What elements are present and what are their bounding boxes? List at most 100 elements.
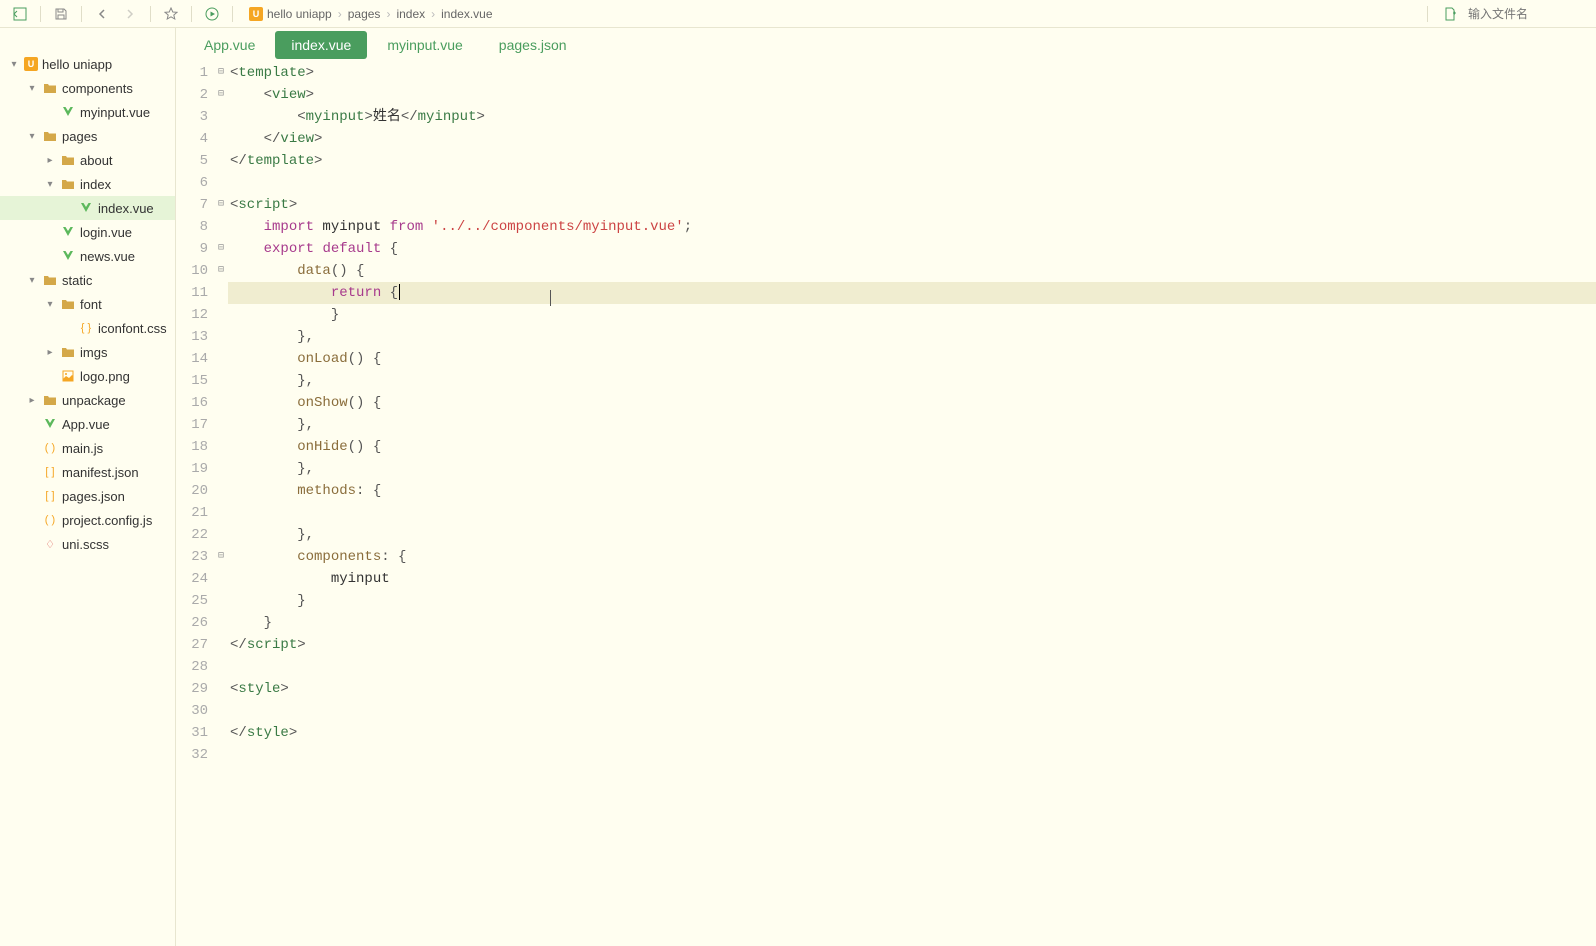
fold-marker	[214, 304, 228, 326]
tree-item[interactable]: ♢uni.scss	[0, 532, 175, 556]
breadcrumb-item[interactable]: pages	[348, 7, 381, 21]
editor-tab[interactable]: pages.json	[483, 31, 583, 59]
chevron-down-icon[interactable]: ▾	[8, 59, 20, 70]
search-filename-input[interactable]	[1468, 7, 1588, 21]
tree-item-label: logo.png	[80, 369, 130, 384]
fold-marker[interactable]: ⊟	[214, 238, 228, 260]
code-line[interactable]: </template>	[228, 150, 1596, 172]
save-icon[interactable]	[49, 2, 73, 26]
code-line[interactable]: onShow() {	[228, 392, 1596, 414]
line-number: 12	[176, 304, 208, 326]
code-content[interactable]: <template> <view> <myinput>姓名</myinput> …	[228, 62, 1596, 946]
tree-item[interactable]: ▸about	[0, 148, 175, 172]
tree-item[interactable]: ( )main.js	[0, 436, 175, 460]
code-line[interactable]: <template>	[228, 62, 1596, 84]
fold-marker[interactable]: ⊟	[214, 260, 228, 282]
tree-item[interactable]: logo.png	[0, 364, 175, 388]
tree-item[interactable]: ▾font	[0, 292, 175, 316]
editor-tab[interactable]: myinput.vue	[371, 31, 478, 59]
fold-marker	[214, 282, 228, 304]
code-line[interactable]: export default {	[228, 238, 1596, 260]
code-editor[interactable]: 1234567891011121314151617181920212223242…	[176, 62, 1596, 946]
code-line[interactable]: myinput	[228, 568, 1596, 590]
line-number: 22	[176, 524, 208, 546]
code-line[interactable]: }	[228, 304, 1596, 326]
breadcrumb-item[interactable]: U hello uniapp	[249, 7, 332, 21]
tree-item[interactable]: ▾static	[0, 268, 175, 292]
star-icon[interactable]	[159, 2, 183, 26]
code-line[interactable]: </style>	[228, 722, 1596, 744]
folder-icon	[60, 344, 76, 360]
code-line[interactable]	[228, 744, 1596, 766]
editor-tab[interactable]: index.vue	[275, 31, 367, 59]
line-number: 3	[176, 106, 208, 128]
tree-item[interactable]: ▸imgs	[0, 340, 175, 364]
forward-icon[interactable]	[118, 2, 142, 26]
breadcrumb-item[interactable]: index.vue	[441, 7, 492, 21]
editor-area: App.vueindex.vuemyinput.vuepages.json 12…	[176, 28, 1596, 946]
code-line[interactable]: }	[228, 612, 1596, 634]
code-line[interactable]: <script>	[228, 194, 1596, 216]
tree-item-label: news.vue	[80, 249, 135, 264]
code-line[interactable]: return {	[228, 282, 1596, 304]
chevron-down-icon[interactable]: ▾	[26, 83, 38, 94]
fold-marker	[214, 326, 228, 348]
code-line[interactable]: },	[228, 524, 1596, 546]
scss-file-icon: ♢	[42, 536, 58, 552]
chevron-right-icon[interactable]: ▸	[44, 347, 56, 358]
code-line[interactable]: data() {	[228, 260, 1596, 282]
tree-item[interactable]: login.vue	[0, 220, 175, 244]
tree-item[interactable]: [ ]manifest.json	[0, 460, 175, 484]
code-line[interactable]: onLoad() {	[228, 348, 1596, 370]
new-file-icon[interactable]	[1438, 2, 1462, 26]
breadcrumb-item[interactable]: index	[396, 7, 425, 21]
fold-marker[interactable]: ⊟	[214, 546, 228, 568]
tree-item[interactable]: news.vue	[0, 244, 175, 268]
code-line[interactable]: }	[228, 590, 1596, 612]
code-line[interactable]: },	[228, 458, 1596, 480]
editor-tab[interactable]: App.vue	[188, 31, 271, 59]
breadcrumb-label: pages	[348, 7, 381, 21]
tree-item[interactable]: ▸unpackage	[0, 388, 175, 412]
tree-item[interactable]: myinput.vue	[0, 100, 175, 124]
tree-item[interactable]: { }iconfont.css	[0, 316, 175, 340]
code-line[interactable]: </script>	[228, 634, 1596, 656]
code-line[interactable]: methods: {	[228, 480, 1596, 502]
fold-marker[interactable]: ⊟	[214, 194, 228, 216]
tree-item[interactable]: App.vue	[0, 412, 175, 436]
tree-item[interactable]: index.vue	[0, 196, 175, 220]
tree-item-label: pages.json	[62, 489, 125, 504]
tree-item[interactable]: ( )project.config.js	[0, 508, 175, 532]
code-line[interactable]	[228, 656, 1596, 678]
chevron-down-icon[interactable]: ▾	[44, 179, 56, 190]
code-line[interactable]: </view>	[228, 128, 1596, 150]
tree-item[interactable]: ▾index	[0, 172, 175, 196]
tree-item[interactable]: ▾pages	[0, 124, 175, 148]
code-line[interactable]: onHide() {	[228, 436, 1596, 458]
chevron-right-icon[interactable]: ▸	[26, 395, 38, 406]
code-line[interactable]: },	[228, 370, 1596, 392]
chevron-down-icon[interactable]: ▾	[26, 275, 38, 286]
vue-file-icon	[42, 416, 58, 432]
chevron-down-icon[interactable]: ▾	[44, 299, 56, 310]
chevron-down-icon[interactable]: ▾	[26, 131, 38, 142]
code-line[interactable]: components: {	[228, 546, 1596, 568]
fold-marker[interactable]: ⊟	[214, 84, 228, 106]
fold-marker[interactable]: ⊟	[214, 62, 228, 84]
tree-item[interactable]: [ ]pages.json	[0, 484, 175, 508]
code-line[interactable]: },	[228, 414, 1596, 436]
code-line[interactable]: <view>	[228, 84, 1596, 106]
code-line[interactable]	[228, 172, 1596, 194]
code-line[interactable]: <style>	[228, 678, 1596, 700]
code-line[interactable]: <myinput>姓名</myinput>	[228, 106, 1596, 128]
back-icon[interactable]	[90, 2, 114, 26]
tree-item[interactable]: ▾components	[0, 76, 175, 100]
run-icon[interactable]	[200, 2, 224, 26]
chevron-right-icon[interactable]: ▸	[44, 155, 56, 166]
tree-item[interactable]: ▾Uhello uniapp	[0, 52, 175, 76]
code-line[interactable]: import myinput from '../../components/my…	[228, 216, 1596, 238]
collapse-icon[interactable]	[8, 2, 32, 26]
code-line[interactable]	[228, 700, 1596, 722]
code-line[interactable]: },	[228, 326, 1596, 348]
code-line[interactable]	[228, 502, 1596, 524]
